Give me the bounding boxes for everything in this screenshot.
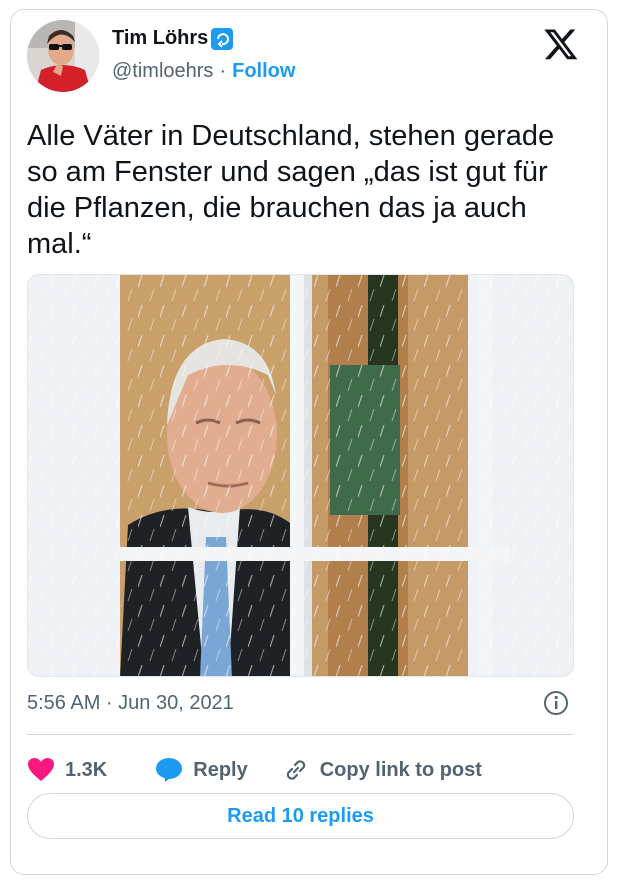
- tweet-text: Alle Väter in Deutschland, stehen gerade…: [27, 120, 555, 260]
- copy-link-label: Copy link to post: [319, 758, 482, 781]
- follow-button[interactable]: Follow: [232, 60, 295, 83]
- heart-icon: [28, 758, 54, 781]
- x-logo-icon[interactable]: [543, 26, 579, 62]
- like-button[interactable]: 1.3K: [27, 757, 107, 783]
- author-handle-row: @timloehrs · Follow: [112, 60, 295, 83]
- author-name[interactable]: Tim Löhrs: [112, 27, 208, 50]
- read-replies-button[interactable]: Read 10 replies: [27, 793, 574, 839]
- reply-label: Reply: [193, 758, 248, 781]
- link-icon: [286, 760, 305, 780]
- repost-badge-icon: [211, 27, 234, 50]
- copy-link-button[interactable]: Copy link to post: [282, 756, 482, 784]
- reply-bubble-icon: [156, 758, 183, 782]
- avatar[interactable]: [27, 20, 99, 92]
- divider: [27, 734, 574, 735]
- avatar-photo: [27, 20, 99, 92]
- like-count: 1.3K: [65, 758, 108, 781]
- action-bar: 1.3K Reply Copy link to post: [27, 752, 482, 788]
- tweet-timestamp[interactable]: 5:56 AM · Jun 30, 2021: [27, 692, 234, 715]
- reply-button[interactable]: Reply: [155, 757, 248, 783]
- author-name-row[interactable]: Tim Löhrs: [112, 27, 234, 50]
- photo-man-at-rainy-window: [28, 275, 573, 676]
- info-icon[interactable]: [543, 690, 569, 716]
- separator-dot: ·: [219, 60, 227, 82]
- author-handle[interactable]: @timloehrs: [112, 60, 213, 83]
- tweet-media-photo[interactable]: [27, 274, 574, 677]
